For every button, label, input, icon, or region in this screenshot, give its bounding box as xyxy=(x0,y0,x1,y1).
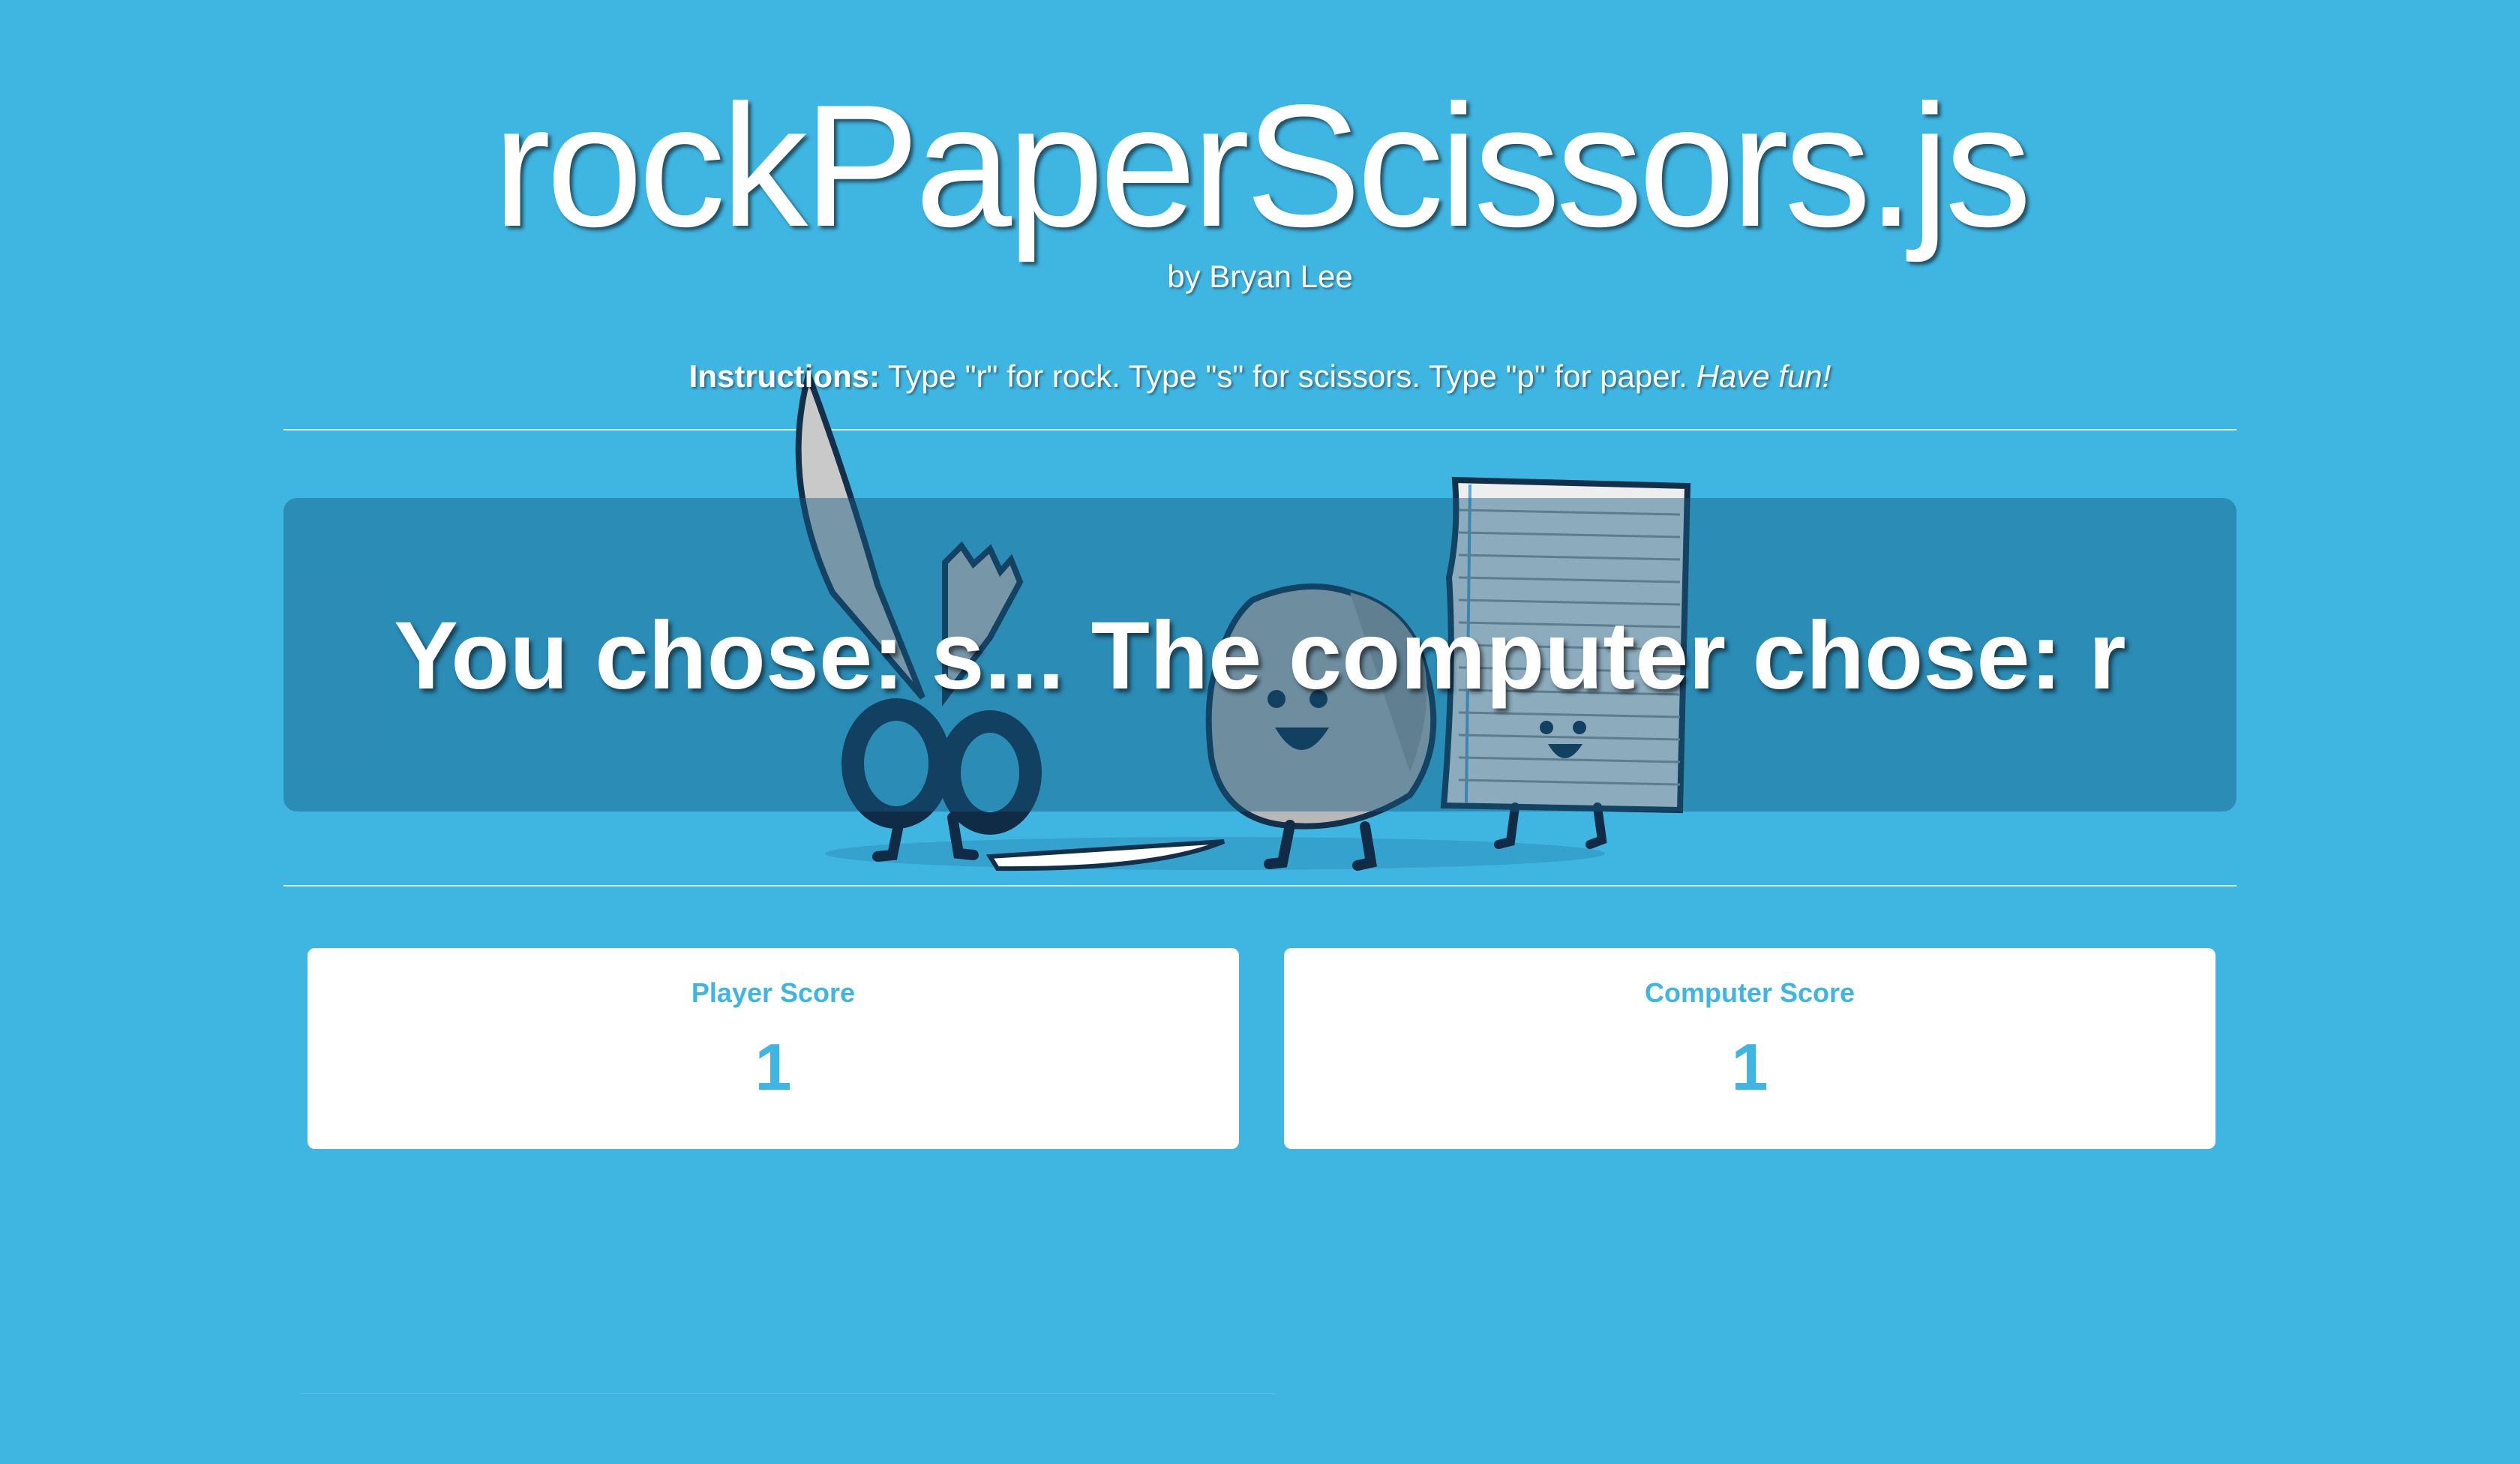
player-score-value: 1 xyxy=(754,1030,792,1104)
instructions: Instructions: Type "r" for rock. Type "s… xyxy=(0,356,2520,398)
author-byline: by Bryan Lee xyxy=(1167,259,1353,294)
computer-score-label: Computer Score xyxy=(1644,977,1856,1008)
instructions-text: Type "r" for rock. Type "s" for scissors… xyxy=(880,358,1696,394)
computer-score-card: Computer Score 1 xyxy=(1284,948,2216,1149)
instructions-label: Instructions: xyxy=(688,358,880,394)
result-message: You chose: s... The computer chose: r xyxy=(394,602,2126,710)
game-page: rockPaperScissors.js by Bryan Lee Instru… xyxy=(0,0,2520,1464)
instructions-emphasis: Have fun! xyxy=(1696,358,1832,394)
player-score-card: Player Score 1 xyxy=(308,948,1239,1149)
page-title: rockPaperScissors.js xyxy=(493,69,2032,263)
player-score-label: Player Score xyxy=(691,977,856,1008)
computer-score-value: 1 xyxy=(1731,1030,1768,1104)
